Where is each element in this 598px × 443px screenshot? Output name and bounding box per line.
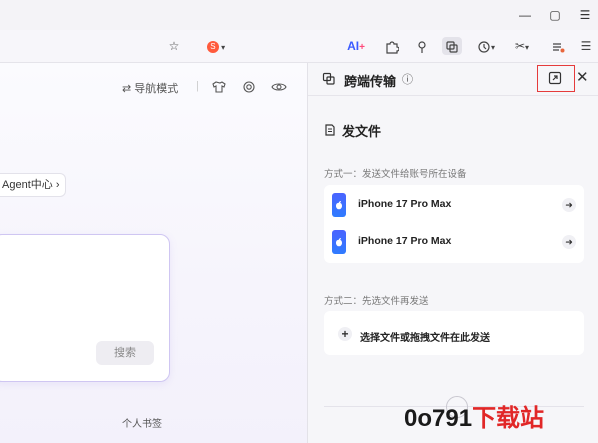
menu-icon[interactable]: ☰ — [576, 6, 594, 24]
watermark-text-red: 下载站 — [472, 405, 545, 432]
location-icon[interactable] — [414, 37, 430, 55]
gear-icon[interactable] — [242, 80, 256, 97]
highlight-box — [537, 65, 575, 92]
chevron-right-icon: › — [55, 179, 60, 191]
mode-one-label: 方式一：发送文件给账号所在设备 — [324, 169, 467, 180]
agent-center-chip[interactable]: Agent中心 › — [0, 173, 67, 197]
browser-toolbar: ☆ S ▾ AI+ ▾ ✂▾ ☰ — [0, 30, 598, 63]
choose-file-card[interactable]: + 选择文件或拖拽文件在此发送 — [324, 311, 584, 355]
settings-list-icon[interactable] — [550, 37, 566, 55]
watermark-logo: 0o791下载站 — [404, 398, 544, 433]
history-icon[interactable]: ▾ — [474, 37, 498, 55]
device-row[interactable]: iPhone 17 Pro Max ➜ — [332, 227, 576, 257]
plus-icon: + — [338, 327, 352, 341]
file-icon — [324, 123, 336, 141]
minimize-icon[interactable]: — — [516, 6, 534, 24]
nav-mode-label: 导航模式 — [134, 83, 179, 95]
title-bar: — ▢ ☰ — [0, 0, 598, 30]
phone-icon — [332, 230, 346, 254]
phone-icon — [332, 193, 346, 217]
choose-file-row[interactable]: + 选择文件或拖拽文件在此发送 — [338, 327, 490, 344]
transfer-icon — [322, 72, 336, 91]
switch-icon: ⇄ — [122, 83, 132, 95]
watermark-text: 0o791 — [404, 405, 473, 432]
nav-mode-toggle[interactable]: ⇄ 导航模式 — [122, 80, 178, 96]
device-list-card: iPhone 17 Pro Max ➜ iPhone 17 Pro Max ➜ — [324, 185, 584, 263]
help-icon[interactable]: ⓘ — [402, 71, 413, 87]
close-icon[interactable]: ✕ — [576, 68, 589, 86]
shirt-icon[interactable] — [212, 80, 226, 97]
device-name: iPhone 17 Pro Max — [358, 198, 452, 210]
arrow-right-icon[interactable]: ➜ — [562, 198, 576, 212]
puzzle-icon[interactable] — [384, 37, 400, 55]
device-name: iPhone 17 Pro Max — [358, 235, 452, 247]
agent-center-label: Agent中心 — [2, 179, 53, 191]
ai-plus-label: + — [359, 42, 365, 53]
arrow-right-icon[interactable]: ➜ — [562, 235, 576, 249]
maximize-icon[interactable]: ▢ — [546, 6, 564, 24]
more-menu-icon[interactable]: ☰ — [578, 37, 594, 55]
cross-device-panel: 跨端传输 ⓘ ✕ 发文件 方式一：发送文件给账号所在设备 iPhone 17 P… — [308, 63, 598, 443]
bookmark-label[interactable]: 个人书签 — [122, 415, 162, 430]
panel-title: 跨端传输 — [344, 74, 397, 89]
star-icon[interactable]: ☆ — [166, 37, 182, 55]
eye-icon[interactable] — [271, 80, 287, 97]
transfer-icon[interactable] — [442, 37, 462, 55]
ai-button[interactable]: AI+ — [344, 37, 368, 55]
send-file-title: 发文件 — [342, 124, 382, 139]
scissors-icon[interactable]: ✂▾ — [510, 37, 534, 55]
choose-file-label: 选择文件或拖拽文件在此发送 — [360, 333, 490, 344]
separator: | — [196, 80, 199, 92]
search-button[interactable]: 搜索 — [96, 341, 154, 365]
extension-icon[interactable]: S ▾ — [204, 37, 228, 55]
new-tab-page: ⇄ 导航模式 | Agent中心 › 搜索 个人书签 — [0, 63, 307, 443]
device-row[interactable]: iPhone 17 Pro Max ➜ — [332, 190, 576, 220]
mode-two-label: 方式二：先选文件再发送 — [324, 296, 429, 307]
ai-label: AI — [347, 39, 360, 53]
